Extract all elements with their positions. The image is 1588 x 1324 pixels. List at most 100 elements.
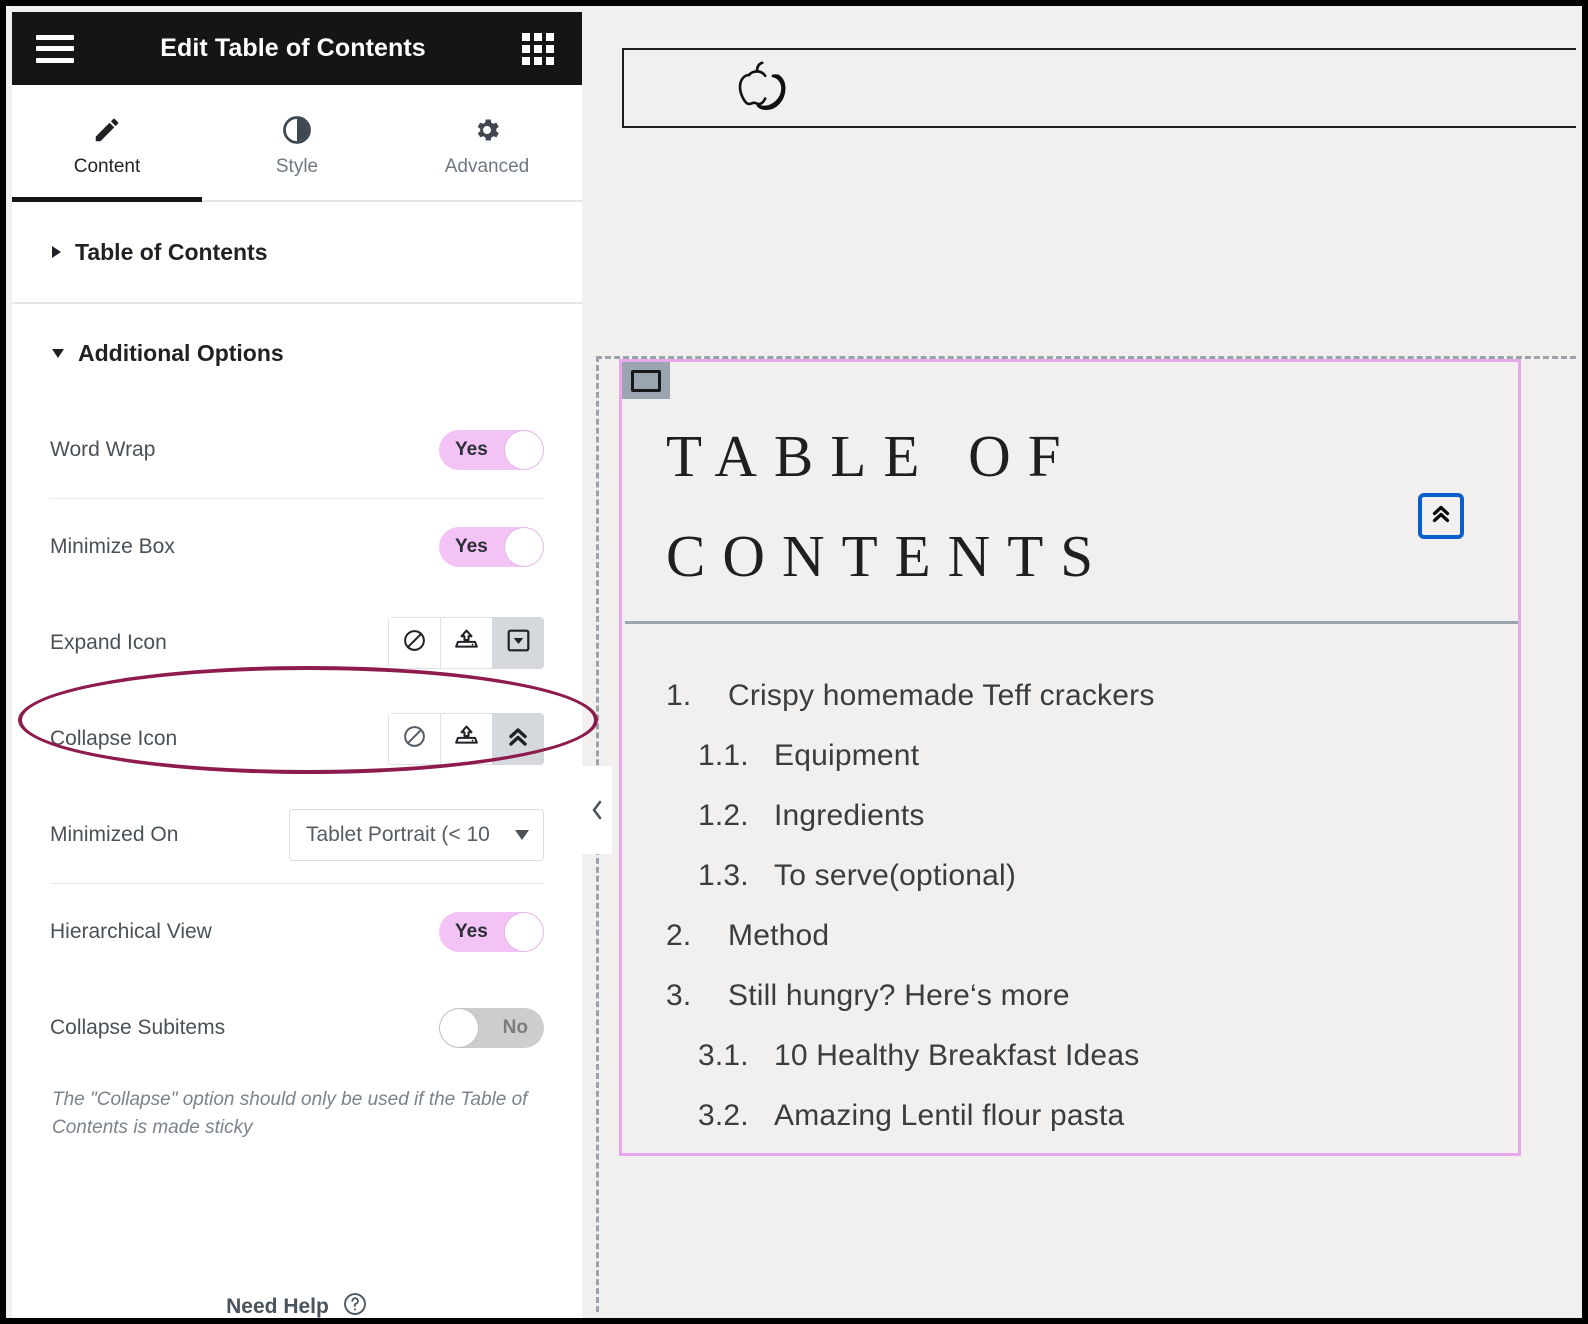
double-chevron-up-icon <box>505 724 531 755</box>
collapse-subitems-toggle-value: No <box>502 1017 528 1038</box>
additional-options-controls: Word Wrap Yes Minimize Box Yes Expand Ic… <box>12 402 582 1319</box>
table-of-contents-widget[interactable]: TABLE OF CONTENTS 1. Crispy homemade Tef… <box>619 359 1521 1156</box>
hierarchical-view-toggle-value: Yes <box>455 921 488 942</box>
toc-list-item[interactable]: 1. Crispy homemade Teff crackers <box>660 666 1518 726</box>
upload-svg-icon <box>453 627 480 659</box>
expand-icon-choice-selected[interactable] <box>492 617 544 669</box>
page-preview-canvas: TABLE OF CONTENTS 1. Crispy homemade Tef… <box>582 12 1576 1312</box>
hierarchical-view-label: Hierarchical View <box>50 920 212 943</box>
word-wrap-toggle-value: Yes <box>455 439 488 460</box>
tab-style[interactable]: Style <box>202 85 392 200</box>
toc-item-number: 1.2. <box>698 798 749 832</box>
toc-item-text: To serve(optional) <box>774 858 1017 892</box>
site-header <box>622 48 1576 128</box>
minimize-box-toggle[interactable]: Yes <box>439 527 544 567</box>
toggle-knob <box>505 528 543 566</box>
toc-list-item[interactable]: 1.2. Ingredients <box>660 786 1518 846</box>
toc-item-number: 3.2. <box>698 1098 749 1132</box>
row-minimize-box: Minimize Box Yes <box>50 499 544 595</box>
panel-tabs: Content Style Advanced <box>12 85 582 202</box>
toc-item-text: Crispy homemade Teff crackers <box>728 678 1155 712</box>
chevron-down-icon <box>515 830 529 840</box>
section-table-of-contents[interactable]: Table of Contents <box>12 202 582 302</box>
toc-list-item[interactable]: 3. Still hungry? Here‘s more <box>660 966 1518 1026</box>
toc-list-item[interactable]: 3.2. Amazing Lentil flour pasta <box>660 1086 1518 1146</box>
row-expand-icon: Expand Icon <box>50 595 544 691</box>
editor-sidebar-panel: Edit Table of Contents Content Style Adv… <box>12 12 582 1319</box>
widget-handle-rect-icon[interactable] <box>622 362 670 399</box>
toc-item-number: 1. <box>666 678 692 712</box>
tab-advanced-label: Advanced <box>444 156 530 177</box>
toc-item-text: Ingredients <box>774 798 925 832</box>
word-wrap-toggle[interactable]: Yes <box>439 430 544 470</box>
toggle-knob <box>505 431 543 469</box>
caret-right-icon <box>52 246 61 258</box>
row-collapse-subitems: Collapse Subitems No <box>50 980 544 1076</box>
collapse-subitems-toggle[interactable]: No <box>439 1008 544 1048</box>
collapse-icon-label: Collapse Icon <box>50 727 178 750</box>
panel-collapse-toggle[interactable] <box>582 766 612 854</box>
need-help-link[interactable]: Need Help <box>50 1291 544 1319</box>
collapse-icon-choice-none[interactable] <box>388 713 440 765</box>
expand-icon-choice-upload[interactable] <box>440 617 492 669</box>
pencil-icon <box>92 115 122 145</box>
minimize-box-toggle-value: Yes <box>455 536 488 557</box>
expand-icon-choice-none[interactable] <box>388 617 440 669</box>
toc-item-text: Equipment <box>774 738 920 772</box>
toc-item-number: 2. <box>666 918 692 952</box>
toc-list-item[interactable]: 3.1. 10 Healthy Breakfast Ideas <box>660 1026 1518 1086</box>
toggle-knob <box>440 1009 478 1047</box>
minimized-on-select[interactable]: Tablet Portrait (< 10 <box>289 809 544 861</box>
minimized-on-label: Minimized On <box>50 823 179 846</box>
none-icon <box>402 628 427 658</box>
upload-svg-icon <box>453 723 480 755</box>
toc-item-text: Still hungry? Here‘s more <box>728 978 1070 1012</box>
caret-down-square-icon <box>506 628 531 658</box>
toc-item-text: Method <box>728 918 830 952</box>
grid-apps-icon[interactable] <box>522 32 554 65</box>
expand-icon-label: Expand Icon <box>50 631 167 654</box>
word-wrap-label: Word Wrap <box>50 438 156 461</box>
double-chevron-up-icon <box>1429 502 1453 531</box>
question-circle-icon <box>342 1291 368 1318</box>
panel-title: Edit Table of Contents <box>160 34 426 62</box>
tab-advanced[interactable]: Advanced <box>392 85 582 200</box>
section-additional-options-header[interactable]: Additional Options <box>12 304 582 402</box>
tab-content[interactable]: Content <box>12 85 202 202</box>
toc-list-item[interactable]: 2. Method <box>660 906 1518 966</box>
caret-down-icon <box>52 348 64 358</box>
collapse-icon-choice-group <box>388 713 544 765</box>
toc-list-item[interactable]: 1.1. Equipment <box>660 726 1518 786</box>
toc-item-number: 3. <box>666 978 692 1012</box>
toc-item-text: 10 Healthy Breakfast Ideas <box>774 1038 1140 1072</box>
toggle-knob <box>505 913 543 951</box>
contrast-icon <box>282 115 312 145</box>
minimize-box-label: Minimize Box <box>50 535 175 558</box>
toc-list: 1. Crispy homemade Teff crackers 1.1. Eq… <box>622 624 1518 1146</box>
row-collapse-icon: Collapse Icon <box>50 691 544 787</box>
editor-screen: Edit Table of Contents Content Style Adv… <box>0 0 1588 1324</box>
collapse-icon-choice-selected[interactable] <box>492 713 544 765</box>
toc-title: TABLE OF CONTENTS <box>666 423 1111 590</box>
toc-item-number: 3.1. <box>698 1038 749 1072</box>
gear-icon <box>472 115 502 145</box>
toc-collapse-button[interactable] <box>1418 493 1464 539</box>
collapse-icon-choice-upload[interactable] <box>440 713 492 765</box>
row-word-wrap: Word Wrap Yes <box>50 402 544 498</box>
expand-icon-choice-group <box>388 617 544 669</box>
toc-item-number: 1.1. <box>698 738 749 772</box>
toc-item-number: 1.3. <box>698 858 749 892</box>
chevron-left-icon <box>588 797 606 823</box>
section-additional-options-label: Additional Options <box>78 339 284 366</box>
section-table-of-contents-header[interactable]: Table of Contents <box>12 203 268 301</box>
apple-banana-logo-icon[interactable] <box>724 55 810 122</box>
toc-item-text: Amazing Lentil flour pasta <box>774 1098 1125 1132</box>
section-table-of-contents-label: Table of Contents <box>75 238 268 265</box>
collapse-subitems-hint: The "Collapse" option should only be use… <box>52 1089 528 1138</box>
need-help-label: Need Help <box>226 1295 329 1319</box>
tab-content-label: Content <box>73 156 141 177</box>
none-icon <box>402 724 427 754</box>
row-minimized-on: Minimized On Tablet Portrait (< 10 <box>50 787 544 883</box>
toc-list-item[interactable]: 1.3. To serve(optional) <box>660 846 1518 906</box>
hierarchical-view-toggle[interactable]: Yes <box>439 912 544 952</box>
